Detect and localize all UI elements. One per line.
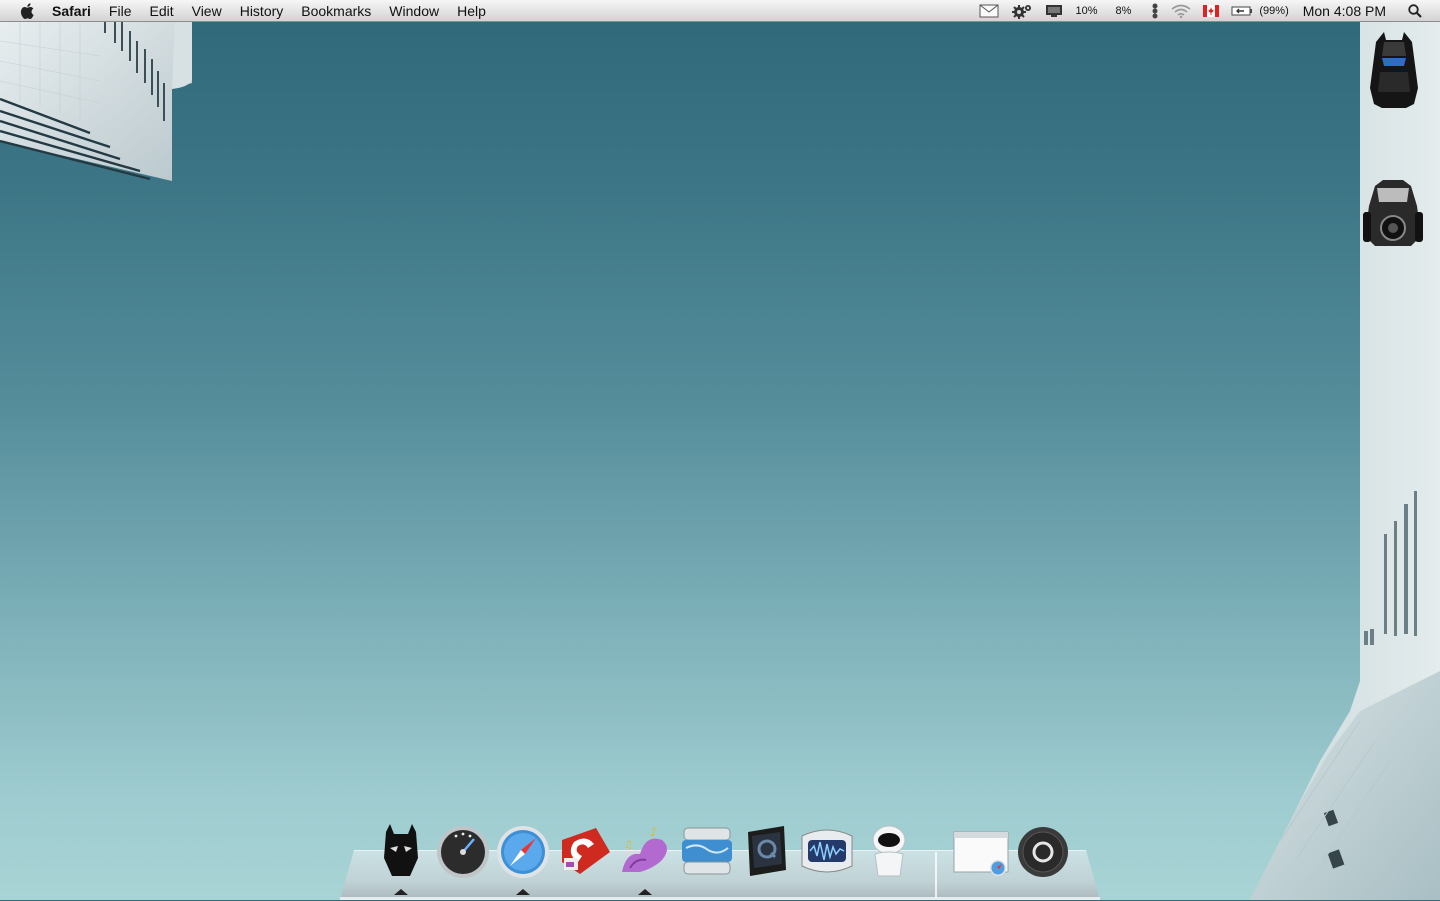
bluetooth-icon[interactable] (1151, 3, 1159, 19)
running-indicator (638, 889, 652, 895)
purple-music-creature-icon[interactable]: ♪ ♫ (616, 822, 674, 880)
mail-icon[interactable] (979, 4, 999, 18)
svg-text:♪: ♪ (650, 825, 658, 839)
dashboard-gauge-icon[interactable] (434, 822, 492, 880)
spotlight-icon[interactable] (1408, 3, 1422, 18)
menu-help[interactable]: Help (448, 3, 495, 19)
dock-separator (935, 852, 937, 898)
running-indicator (394, 889, 408, 895)
wallpaper-building-top-left (0, 21, 192, 181)
status-menus: 10% 8% (99%) Mon 4:08 PM (973, 0, 1440, 21)
menu-bookmarks[interactable]: Bookmarks (292, 3, 380, 19)
menu-history[interactable]: History (231, 3, 293, 19)
wallpaper-building-right (1250, 21, 1440, 900)
menu-app-safari[interactable]: Safari (52, 3, 100, 19)
blue-layered-app-icon[interactable] (678, 822, 736, 880)
cpu-meter-2[interactable]: 8% (1115, 5, 1131, 17)
apple-menu-icon[interactable] (18, 1, 38, 21)
batmobile-top-icon[interactable] (1362, 28, 1426, 112)
battery-percent: (99%) (1259, 4, 1289, 17)
display-icon[interactable] (1045, 4, 1063, 18)
menu-edit[interactable]: Edit (140, 3, 182, 19)
battery-icon[interactable] (1231, 5, 1253, 17)
robot-eve-icon[interactable] (860, 822, 918, 880)
svg-text:♫: ♫ (624, 840, 633, 851)
cpu-meter-1[interactable]: 10% (1075, 5, 1097, 17)
gears-icon[interactable] (1011, 3, 1033, 19)
menu-window[interactable]: Window (380, 3, 448, 19)
menu-view[interactable]: View (183, 3, 231, 19)
safari-compass-icon[interactable] (494, 822, 552, 880)
audio-waveform-icon[interactable] (798, 822, 856, 880)
red-app-icon[interactable] (556, 822, 614, 880)
dark-dial-icon[interactable] (1014, 822, 1072, 880)
batman-mask-icon[interactable] (372, 822, 430, 880)
canada-flag-icon[interactable] (1203, 4, 1220, 17)
menu-bar: Safari File Edit View History Bookmarks … (0, 0, 1440, 22)
wifi-icon[interactable] (1171, 4, 1191, 18)
safari-window-stack-icon[interactable] (952, 822, 1010, 880)
menubar-clock[interactable]: Mon 4:08 PM (1303, 3, 1386, 19)
running-indicator (516, 889, 530, 895)
menu-file[interactable]: File (100, 3, 141, 19)
batmobile-front-icon[interactable] (1361, 166, 1425, 250)
dark-q-tablet-icon[interactable] (738, 822, 796, 880)
